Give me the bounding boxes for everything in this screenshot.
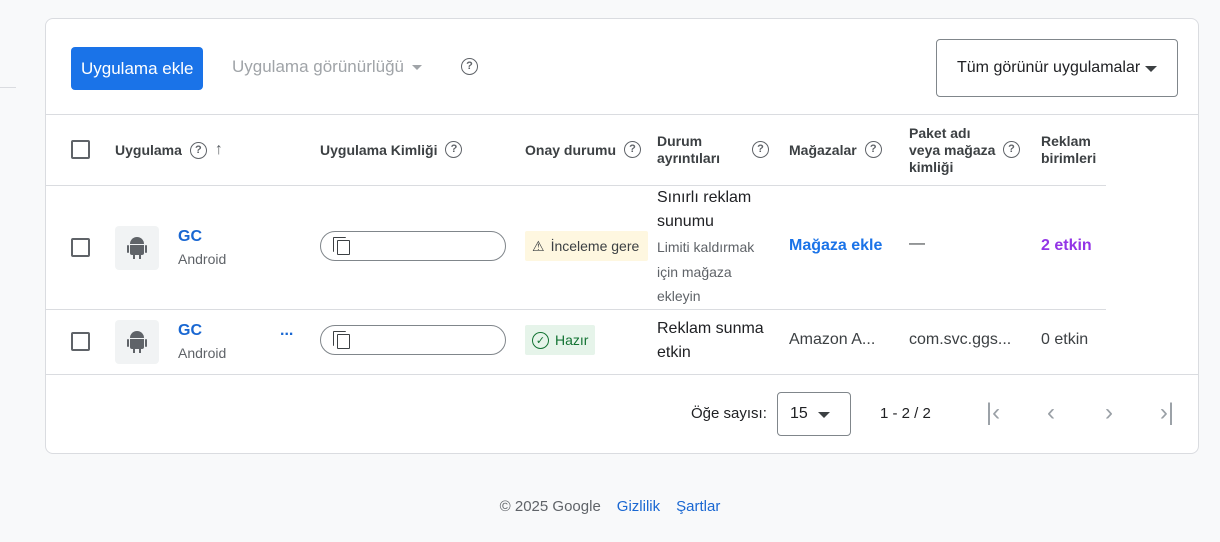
store-name: Amazon A... xyxy=(789,331,876,348)
header-package: Paket adı veya mağaza kimliği ? xyxy=(909,125,1029,176)
android-icon xyxy=(115,320,159,364)
help-icon[interactable]: ? xyxy=(445,141,463,158)
header-stores-label: Mağazalar xyxy=(789,141,857,158)
page-range: 1 - 2 / 2 xyxy=(880,405,931,422)
help-icon[interactable]: ? xyxy=(752,141,769,158)
header-app[interactable]: Uygulama ? ↑ xyxy=(115,141,223,159)
ad-units-count: 0 etkin xyxy=(1041,331,1089,348)
add-app-button[interactable]: Uygulama ekle xyxy=(71,47,204,90)
status-main: Reklam sunma etkin xyxy=(657,320,764,361)
copy-icon[interactable] xyxy=(333,237,351,255)
app-id-field[interactable] xyxy=(320,325,506,355)
help-icon[interactable]: ? xyxy=(189,141,207,159)
warning-icon: ⚠ xyxy=(532,237,545,254)
approval-badge-review: ⚠ İnceleme gere xyxy=(525,231,648,261)
check-circle-icon: ✓ xyxy=(532,331,549,349)
app-name-ellipsis: ... xyxy=(280,322,294,339)
ad-units-link[interactable]: 2 etkin xyxy=(1041,237,1092,255)
app-id-field[interactable] xyxy=(320,231,506,261)
copyright: © 2025 Google xyxy=(499,498,601,515)
help-icon[interactable]: ? xyxy=(624,141,642,158)
approval-badge-label: İnceleme gere xyxy=(550,238,640,254)
first-page-icon[interactable]: |‹ xyxy=(980,400,1006,426)
app-platform: Android xyxy=(178,251,227,267)
page-size-value: 15 xyxy=(790,405,808,422)
approval-badge-ready: ✓ Hazır xyxy=(525,325,596,355)
pagination: Öğe sayısı: 15 1 - 2 / 2 |‹ ‹ › ›| xyxy=(46,374,1198,453)
header-stores: Mağazalar ? xyxy=(789,141,882,158)
sort-ascending-icon[interactable]: ↑ xyxy=(215,141,223,159)
header-package-label: Paket adı veya mağaza kimliği xyxy=(909,125,996,175)
toolbar: Uygulama ekle Uygulama görünürlüğü ? Tüm… xyxy=(46,19,1198,115)
app-name-link[interactable]: GC xyxy=(178,228,202,246)
header-app-id: Uygulama Kimliği ? xyxy=(320,141,463,158)
apps-card: Uygulama ekle Uygulama görünürlüğü ? Tüm… xyxy=(45,18,1199,454)
add-store-link[interactable]: Mağaza ekle xyxy=(789,237,882,255)
footer: © 2025 Google Gizlilik Şartlar xyxy=(0,498,1220,515)
header-ad-units-label: Reklam birimleri xyxy=(1041,133,1097,166)
help-icon[interactable]: ? xyxy=(1003,141,1020,158)
chevron-down-icon xyxy=(412,64,422,70)
privacy-link[interactable]: Gizlilik xyxy=(617,498,660,515)
app-visibility-label: Uygulama görünürlüğü xyxy=(232,57,404,76)
header-approval-label: Onay durumu xyxy=(525,141,617,158)
row-divider xyxy=(46,309,1106,310)
row-checkbox[interactable] xyxy=(71,238,90,257)
toolbar-divider xyxy=(46,114,1198,115)
status-sub: Limiti kaldırmak için mağaza ekleyin xyxy=(657,239,755,304)
dropdown-arrow-icon xyxy=(818,412,830,418)
help-icon[interactable]: ? xyxy=(461,58,478,75)
row-checkbox[interactable] xyxy=(71,332,90,351)
filter-select-value: Tüm görünür uygulamalar xyxy=(957,59,1141,76)
header-app-id-label: Uygulama Kimliği xyxy=(320,141,438,158)
page-size-label: Öğe sayısı: xyxy=(691,405,767,422)
header-status-details-label: Durum ayrıntıları xyxy=(657,133,721,166)
next-page-icon[interactable]: › xyxy=(1096,400,1122,426)
approval-badge-label: Hazır xyxy=(555,332,589,348)
select-all-checkbox[interactable] xyxy=(71,140,90,159)
header-status-details: Durum ayrıntıları ? xyxy=(657,133,769,167)
help-icon[interactable]: ? xyxy=(864,141,882,158)
app-visibility-menu[interactable]: Uygulama görünürlüğü xyxy=(232,57,422,77)
last-page-icon[interactable]: ›| xyxy=(1154,400,1180,426)
android-icon xyxy=(115,226,159,270)
package-name: — xyxy=(909,235,925,252)
side-divider xyxy=(0,87,16,88)
page-size-select[interactable]: 15 xyxy=(777,392,851,436)
app-platform: Android xyxy=(178,345,227,361)
copy-icon[interactable] xyxy=(333,331,351,349)
header-ad-units: Reklam birimleri xyxy=(1041,133,1101,167)
app-name-link[interactable]: GC xyxy=(178,322,202,340)
header-app-label: Uygulama xyxy=(115,142,182,158)
header-approval: Onay durumu ? xyxy=(525,141,642,158)
visibility-filter-select[interactable]: Tüm görünür uygulamalar xyxy=(936,39,1178,97)
package-name: com.svc.ggs... xyxy=(909,331,1012,348)
header-divider xyxy=(46,185,1106,186)
dropdown-arrow-icon xyxy=(1145,66,1157,72)
terms-link[interactable]: Şartlar xyxy=(676,498,720,515)
status-main: Sınırlı reklam sunumu xyxy=(657,189,752,230)
previous-page-icon[interactable]: ‹ xyxy=(1038,400,1064,426)
